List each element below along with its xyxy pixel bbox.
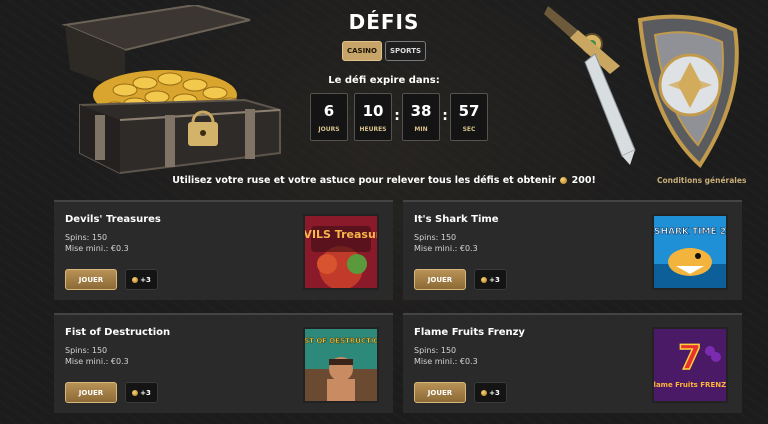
countdown-seconds-value: 57 (458, 101, 480, 120)
tab-sports[interactable]: SPORTS (385, 41, 427, 61)
bonus-badge: +3 (474, 382, 507, 403)
countdown-seconds: 57 SEC (450, 93, 488, 141)
challenge-game-name: Flame Fruits Frenzy (414, 327, 525, 338)
play-button[interactable]: JOUER (65, 382, 117, 403)
tab-casino[interactable]: CASINO (341, 41, 382, 61)
svg-text:7: 7 (678, 338, 702, 378)
challenge-card: Devils' Treasures Spins: 150 Mise mini.:… (54, 200, 393, 300)
challenge-spins: Spins: 150 (65, 346, 108, 355)
game-thumbnail[interactable]: SHARK TIME 2 (652, 214, 728, 290)
countdown-hours: 10 HEURES (354, 93, 392, 141)
bonus-value: +3 (489, 388, 500, 397)
challenge-reward: 200! (571, 175, 596, 186)
coin-icon (560, 177, 568, 184)
play-button[interactable]: JOUER (414, 382, 466, 403)
challenge-game-name: Fist of Destruction (65, 327, 171, 338)
play-button[interactable]: JOUER (65, 269, 117, 290)
bonus-badge: +3 (125, 269, 158, 290)
coin-icon (132, 389, 139, 396)
thumbnail-title: SHARK TIME 2 (654, 227, 726, 237)
coin-icon (481, 389, 488, 396)
bonus-value: +3 (489, 275, 500, 284)
challenge-description: Utilisez votre ruse et votre astuce pour… (0, 175, 768, 186)
challenge-min-bet: Mise mini.: €0.3 (65, 244, 129, 253)
play-button[interactable]: JOUER (414, 269, 466, 290)
challenge-spins: Spins: 150 (414, 346, 457, 355)
bonus-value: +3 (140, 275, 151, 284)
challenge-min-bet: Mise mini.: €0.3 (414, 244, 478, 253)
coin-icon (132, 276, 139, 283)
thumbnail-title: DEVILS Treasures (305, 228, 377, 241)
countdown-hours-value: 10 (362, 101, 384, 120)
challenge-spins: Spins: 150 (414, 233, 457, 242)
countdown-minutes: 38 MIN (402, 93, 440, 141)
challenge-card: Flame Fruits Frenzy Spins: 150 Mise mini… (403, 313, 742, 413)
countdown-separator: : (394, 108, 400, 124)
challenge-game-name: Devils' Treasures (65, 214, 161, 225)
challenge-spins: Spins: 150 (65, 233, 108, 242)
countdown-label: Le défi expire dans: (328, 75, 440, 86)
countdown-seconds-unit: SEC (462, 125, 476, 133)
thumbnail-title: Flame Fruits FRENZY (654, 381, 726, 389)
challenge-card: Fist of Destruction Spins: 150 Mise mini… (54, 313, 393, 413)
countdown-days-unit: JOURS (318, 125, 340, 133)
category-tabs: CASINO SPORTS (0, 41, 768, 61)
terms-conditions-link[interactable]: Conditions générales (657, 176, 746, 185)
countdown-minutes-value: 38 (410, 101, 432, 120)
challenge-card: It's Shark Time Spins: 150 Mise mini.: €… (403, 200, 742, 300)
countdown-timer: 6 JOURS 10 HEURES : 38 MIN : 57 SEC (310, 93, 488, 141)
challenge-min-bet: Mise mini.: €0.3 (414, 357, 478, 366)
bonus-badge: +3 (474, 269, 507, 290)
countdown-days-value: 6 (323, 101, 335, 120)
challenge-game-name: It's Shark Time (414, 214, 499, 225)
countdown-separator: : (442, 108, 448, 124)
bonus-badge: +3 (125, 382, 158, 403)
challenge-description-text: Utilisez votre ruse et votre astuce pour… (172, 175, 556, 186)
game-thumbnail[interactable]: 7 Flame Fruits FRENZY (652, 327, 728, 403)
bonus-value: +3 (140, 388, 151, 397)
page-title: DÉFIS (348, 10, 420, 34)
challenge-min-bet: Mise mini.: €0.3 (65, 357, 129, 366)
game-thumbnail[interactable]: FIST OF DESTRUCTION (303, 327, 379, 403)
thumbnail-title: FIST OF DESTRUCTION (305, 337, 377, 345)
coin-icon (481, 276, 488, 283)
countdown-hours-unit: HEURES (359, 125, 387, 133)
game-thumbnail[interactable]: DEVILS Treasures (303, 214, 379, 290)
countdown-minutes-unit: MIN (414, 125, 428, 133)
countdown-days: 6 JOURS (310, 93, 348, 141)
